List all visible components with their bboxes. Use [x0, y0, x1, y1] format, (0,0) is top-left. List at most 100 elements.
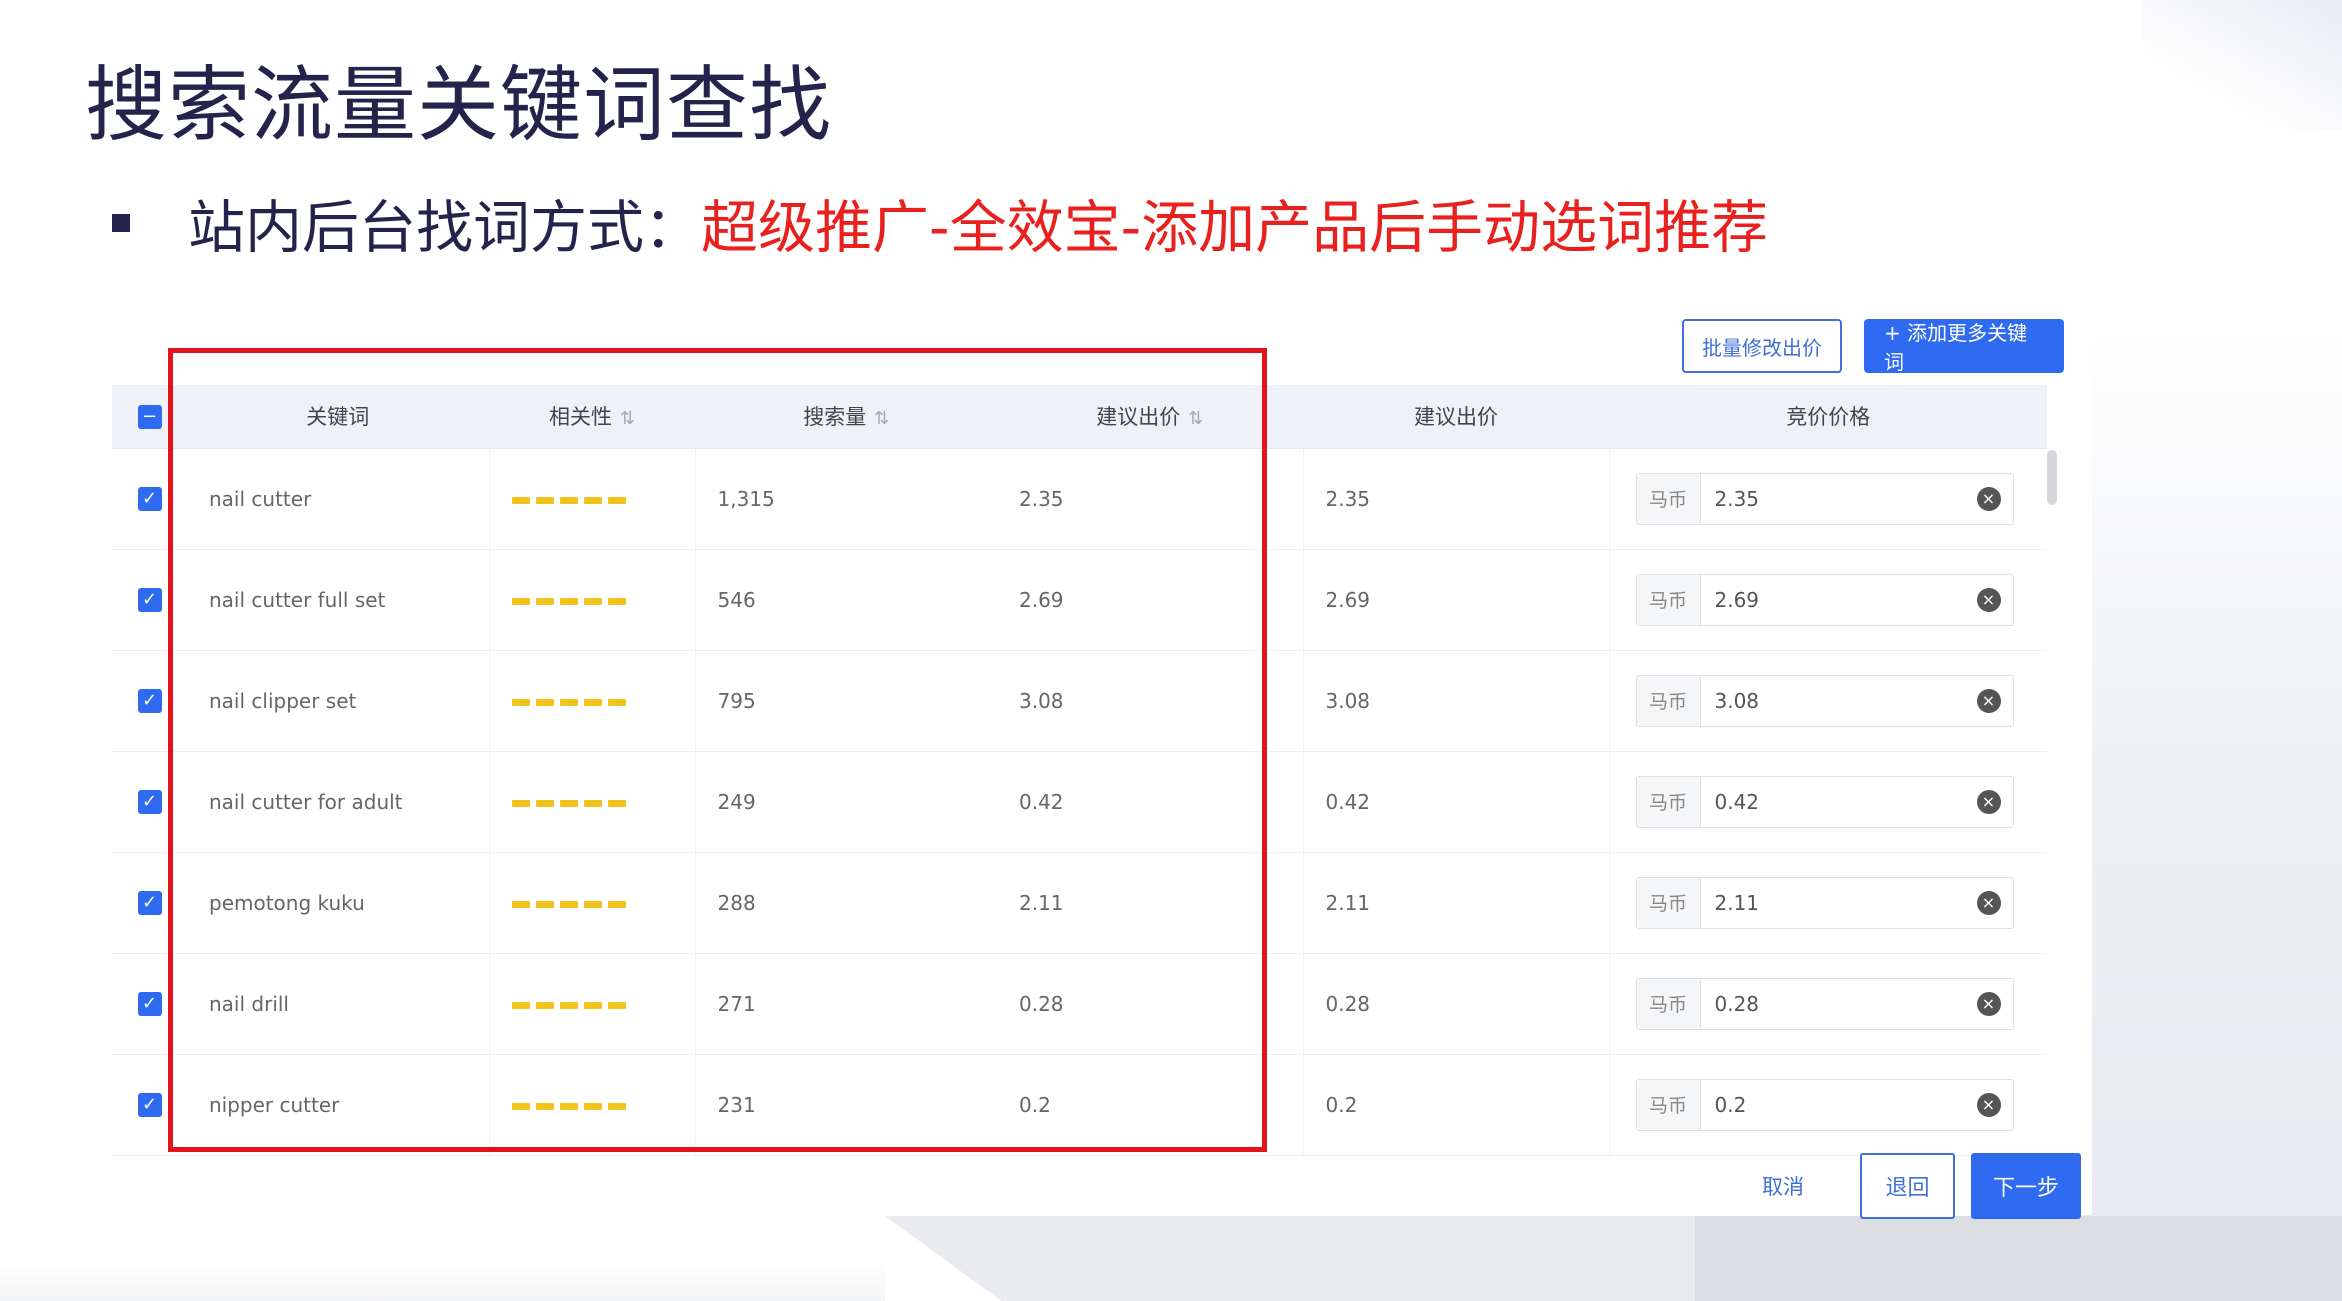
currency-prefix: 马币 [1636, 978, 1701, 1029]
search-volume-text: 249 [717, 789, 756, 814]
bid-value[interactable]: 0.42 [1701, 790, 1977, 814]
bottom-actions: 取消 退回 下一步 [1762, 1153, 2081, 1219]
bid-value[interactable]: 2.35 [1701, 487, 1977, 511]
keyword-cell: nail clipper set [187, 650, 489, 752]
relevance-rating [511, 597, 626, 605]
header-search-volume[interactable]: 搜索量 ⇅ [694, 385, 997, 449]
row-checkbox[interactable]: ✓ [137, 588, 162, 613]
top-actions: 批量修改出价 + 添加更多关键词 [1682, 319, 2064, 374]
keyword-cell: nail cutter for adult [187, 751, 489, 853]
relevance-star-icon [559, 496, 578, 504]
row-select-cell: ✓ [112, 448, 187, 550]
sort-icon[interactable]: ⇅ [874, 408, 889, 429]
clear-icon[interactable]: × [1976, 688, 2001, 713]
table-row: ✓ nail cutter 1,315 2.35 2.35 马币 2.35 × [112, 448, 2047, 550]
next-step-button[interactable]: 下一步 [1971, 1153, 2081, 1219]
relevance-star-icon [535, 698, 554, 706]
row-select-cell: ✓ [112, 549, 187, 651]
header-suggested-bid-sortable[interactable]: 建议出价 ⇅ [997, 385, 1303, 449]
relevance-star-icon [535, 1001, 554, 1009]
bid-price-input[interactable]: 马币 0.28 × [1635, 977, 2014, 1030]
row-select-cell: ✓ [112, 953, 187, 1055]
relevance-star-icon [607, 1001, 626, 1009]
bid-price-input[interactable]: 马币 2.69 × [1635, 573, 2014, 626]
suggested-bid-cell-2: 2.69 [1302, 549, 1609, 651]
clear-icon[interactable]: × [1976, 789, 2001, 814]
search-volume-text: 271 [717, 991, 756, 1016]
currency-prefix: 马币 [1636, 877, 1701, 928]
table-scrollbar[interactable] [2047, 450, 2057, 505]
header-bid-price-label: 竞价价格 [1786, 405, 1871, 430]
suggested-bid-cell-2: 2.11 [1302, 852, 1609, 954]
suggested-bid-cell: 0.42 [997, 751, 1303, 853]
bid-price-cell: 马币 2.69 × [1608, 549, 2047, 651]
suggested-bid-text-2: 0.2 [1325, 1092, 1358, 1117]
relevance-cell [488, 1054, 695, 1156]
relevance-star-icon [535, 496, 554, 504]
row-checkbox[interactable]: ✓ [137, 790, 162, 815]
keyword-cell: nail cutter [187, 448, 489, 550]
bid-price-cell: 马币 3.08 × [1608, 650, 2047, 752]
relevance-star-icon [535, 1102, 554, 1110]
row-checkbox[interactable]: ✓ [137, 487, 162, 512]
header-suggested-bid-sortable-label: 建议出价 [1096, 405, 1181, 430]
suggested-bid-text-2: 2.69 [1325, 587, 1371, 612]
relevance-star-icon [511, 496, 530, 504]
bid-price-input[interactable]: 马币 0.2 × [1635, 1078, 2014, 1131]
suggested-bid-cell-2: 2.35 [1302, 448, 1609, 550]
relevance-star-icon [559, 1102, 578, 1110]
sort-icon[interactable]: ⇅ [620, 408, 635, 429]
clear-icon[interactable]: × [1976, 1092, 2001, 1117]
bid-value[interactable]: 0.28 [1701, 992, 1977, 1016]
keyword-cell: pemotong kuku [187, 852, 489, 954]
slide-decoration-right [2082, 330, 2342, 1301]
keyword-text: nail cutter [209, 486, 312, 511]
bid-value[interactable]: 0.2 [1701, 1093, 1977, 1117]
sort-icon[interactable]: ⇅ [1188, 408, 1203, 429]
bid-price-cell: 马币 2.35 × [1608, 448, 2047, 550]
clear-icon[interactable]: × [1976, 890, 2001, 915]
table-row: ✓ nipper cutter 231 0.2 0.2 马币 0.2 × [112, 1054, 2047, 1156]
relevance-star-icon [511, 799, 530, 807]
back-button[interactable]: 退回 [1860, 1153, 1955, 1219]
table-row: ✓ nail cutter full set 546 2.69 2.69 马币 … [112, 549, 2047, 651]
relevance-star-icon [583, 1102, 602, 1110]
relevance-star-icon [583, 1001, 602, 1009]
relevance-star-icon [583, 900, 602, 908]
table-row: ✓ nail drill 271 0.28 0.28 马币 0.28 × [112, 953, 2047, 1055]
search-volume-cell: 271 [694, 953, 997, 1055]
search-volume-text: 795 [717, 688, 756, 713]
bullet-square-icon [112, 214, 130, 232]
cancel-link[interactable]: 取消 [1762, 1171, 1804, 1201]
clear-icon[interactable]: × [1976, 991, 2001, 1016]
header-relevance[interactable]: 相关性 ⇅ [488, 385, 695, 449]
keyword-cell: nail cutter full set [187, 549, 489, 651]
bid-price-input[interactable]: 马币 0.42 × [1635, 775, 2014, 828]
clear-icon[interactable]: × [1976, 587, 2001, 612]
clear-icon[interactable]: × [1976, 486, 2001, 511]
select-all-checkbox[interactable]: − [137, 404, 162, 429]
row-checkbox[interactable]: ✓ [137, 992, 162, 1017]
bid-value[interactable]: 3.08 [1701, 689, 1977, 713]
relevance-star-icon [583, 799, 602, 807]
bid-value[interactable]: 2.69 [1701, 588, 1977, 612]
row-checkbox[interactable]: ✓ [137, 689, 162, 714]
batch-edit-bid-button[interactable]: 批量修改出价 [1682, 319, 1842, 373]
relevance-star-icon [535, 597, 554, 605]
relevance-star-icon [607, 900, 626, 908]
relevance-cell [488, 549, 695, 651]
row-checkbox[interactable]: ✓ [137, 1093, 162, 1118]
bid-price-input[interactable]: 马币 2.35 × [1635, 472, 2014, 525]
bullet-point: 站内后台找词方式： 超级推广-全效宝-添加产品后手动选词推荐 [112, 182, 1768, 264]
table-row: ✓ pemotong kuku 288 2.11 2.11 马币 2.11 × [112, 852, 2047, 954]
bid-price-input[interactable]: 马币 2.11 × [1635, 876, 2014, 929]
search-volume-cell: 288 [694, 852, 997, 954]
search-volume-text: 546 [717, 587, 756, 612]
suggested-bid-cell-2: 0.28 [1302, 953, 1609, 1055]
bid-price-input[interactable]: 马币 3.08 × [1635, 674, 2014, 727]
header-bid-price: 竞价价格 [1608, 385, 2047, 449]
bid-value[interactable]: 2.11 [1701, 891, 1977, 915]
add-keywords-button[interactable]: + 添加更多关键词 [1864, 319, 2064, 374]
row-checkbox[interactable]: ✓ [137, 891, 162, 916]
suggested-bid-cell-2: 0.2 [1302, 1054, 1609, 1156]
